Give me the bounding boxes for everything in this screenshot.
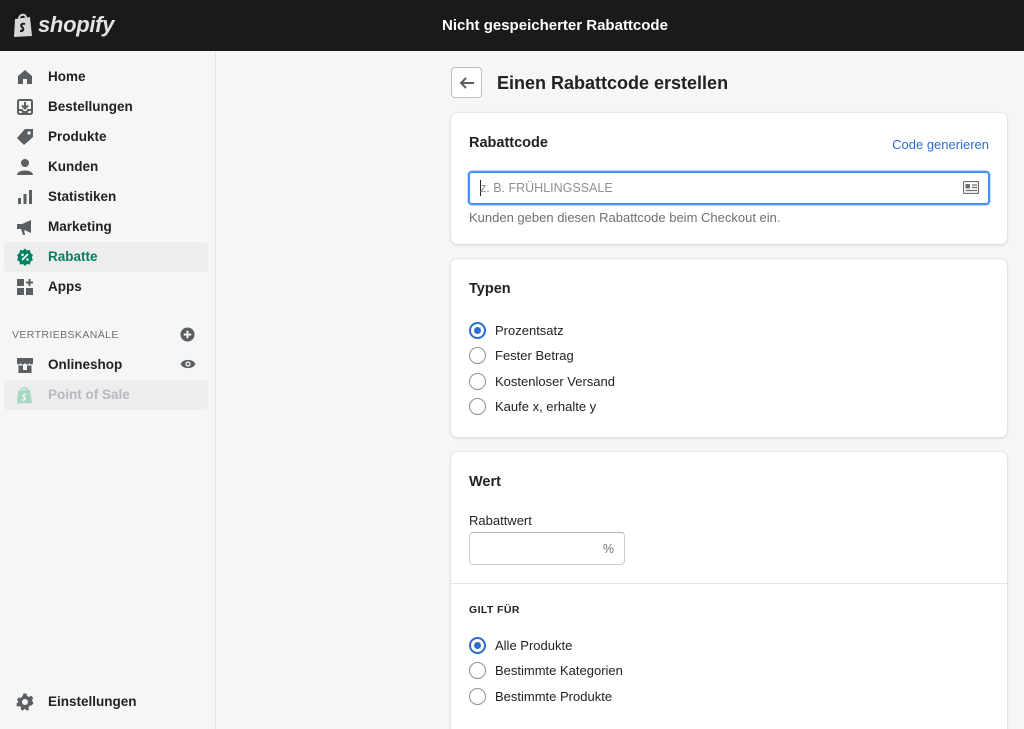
sidebar-item-label: Bestellungen [48, 99, 133, 114]
sidebar-item-label: Apps [48, 279, 82, 294]
arrow-left-icon [459, 76, 474, 89]
percent-suffix: % [602, 542, 614, 556]
sidebar-item-label: Onlineshop [48, 357, 123, 372]
discount-value-label: Rabattwert [469, 513, 532, 528]
sidebar-item-marketing[interactable]: Marketing [4, 212, 208, 242]
discount-value-input[interactable]: % [469, 532, 625, 565]
radio-button[interactable] [469, 397, 486, 415]
card-title: Rabattcode [469, 135, 548, 151]
divider [451, 583, 1007, 584]
sidebar-item-label: Marketing [48, 219, 112, 234]
sidebar-item-point-of-sale[interactable]: Point of Sale [4, 380, 208, 410]
sidebar-item-label: Produkte [48, 129, 107, 144]
shopify-bag-icon [17, 386, 32, 404]
contact-card-icon [963, 181, 979, 194]
radio-free-shipping[interactable]: Kostenloser Versand [469, 371, 615, 391]
radio-button[interactable] [469, 636, 486, 654]
sidebar-item-discounts[interactable]: Rabatte [4, 242, 208, 272]
main-content: Einen Rabattcode erstellen Rabattcode Co… [217, 51, 1024, 729]
sidebar-item-home[interactable]: Home [4, 62, 208, 92]
sidebar-item-label: Home [48, 69, 86, 84]
radio-label: Kaufe x, erhalte y [495, 398, 597, 414]
radio-label: Alle Produkte [495, 637, 573, 653]
radio-button[interactable] [469, 321, 486, 339]
home-icon [18, 70, 32, 84]
discount-code-card: Rabattcode Code generieren z. B. FRÜHLIN… [451, 113, 1007, 244]
radio-label: Bestimmte Kategorien [495, 662, 623, 678]
sidebar-item-customers[interactable]: Kunden [4, 152, 208, 182]
sidebar-item-orders[interactable]: Bestellungen [4, 92, 208, 122]
help-text: Kunden geben diesen Rabattcode beim Chec… [469, 210, 781, 225]
sidebar-item-analytics[interactable]: Statistiken [4, 182, 208, 212]
radio-button[interactable] [469, 346, 486, 364]
radio-label: Bestimmte Produkte [495, 688, 613, 704]
radio-fixed-amount[interactable]: Fester Betrag [469, 345, 574, 365]
radio-all-products[interactable]: Alle Produkte [469, 635, 572, 655]
person-icon [17, 159, 33, 175]
radio-percentage[interactable]: Prozentsatz [469, 320, 564, 340]
back-button[interactable] [451, 67, 482, 98]
card-title: Typen [469, 281, 511, 297]
radio-button[interactable] [469, 372, 486, 390]
radio-specific-collections[interactable]: Bestimmte Kategorien [469, 660, 623, 680]
radio-button[interactable] [469, 661, 486, 679]
card-title: Wert [469, 474, 501, 490]
radio-label: Prozentsatz [495, 322, 564, 338]
gear-icon [16, 693, 34, 711]
apps-icon [17, 279, 33, 295]
sidebar-item-label: Einstellungen [48, 694, 137, 709]
eye-icon[interactable] [180, 357, 196, 371]
generate-code-link[interactable]: Code generieren [892, 137, 989, 152]
bar-chart-icon [18, 190, 32, 204]
types-card: Typen Prozentsatz Fester Betrag Kostenlo… [451, 259, 1007, 437]
radio-specific-products[interactable]: Bestimmte Produkte [469, 686, 612, 706]
page-title: Einen Rabattcode erstellen [497, 73, 729, 93]
radio-buy-x-get-y[interactable]: Kaufe x, erhalte y [469, 396, 596, 416]
discount-icon [17, 248, 33, 266]
sidebar-item-label: Point of Sale [48, 387, 130, 402]
sidebar-item-settings[interactable]: Einstellungen [4, 687, 208, 717]
add-circle-icon[interactable] [180, 327, 195, 342]
sidebar: Home Bestellungen Produkte Kunden Statis… [0, 51, 216, 729]
tag-icon [17, 129, 33, 145]
discount-code-input[interactable]: z. B. FRÜHLINGSSALE [468, 171, 990, 205]
sidebar-item-label: Statistiken [48, 189, 117, 204]
radio-label: Kostenloser Versand [495, 373, 615, 389]
sidebar-item-label: Rabatte [48, 249, 98, 264]
megaphone-icon [17, 220, 31, 235]
sales-channels-title: VERTRIEBSKANÄLE [12, 329, 119, 341]
radio-button[interactable] [469, 687, 486, 705]
sidebar-item-products[interactable]: Produkte [4, 122, 208, 152]
sidebar-item-label: Kunden [48, 159, 99, 174]
discount-code-placeholder: z. B. FRÜHLINGSSALE [480, 181, 613, 195]
radio-label: Fester Betrag [495, 347, 574, 363]
window-title: Nicht gespeicherter Rabattcode [442, 17, 668, 34]
applies-to-title: GILT FÜR [469, 604, 520, 616]
orders-icon [17, 99, 33, 115]
sidebar-item-online-store[interactable]: Onlineshop [4, 350, 208, 380]
sidebar-item-apps[interactable]: Apps [4, 272, 208, 302]
value-card: Wert Rabattwert % GILT FÜR Alle Produkte… [451, 452, 1007, 729]
top-bar: shopify Nicht gespeicherter Rabattcode [0, 0, 1024, 51]
store-icon [17, 358, 33, 373]
